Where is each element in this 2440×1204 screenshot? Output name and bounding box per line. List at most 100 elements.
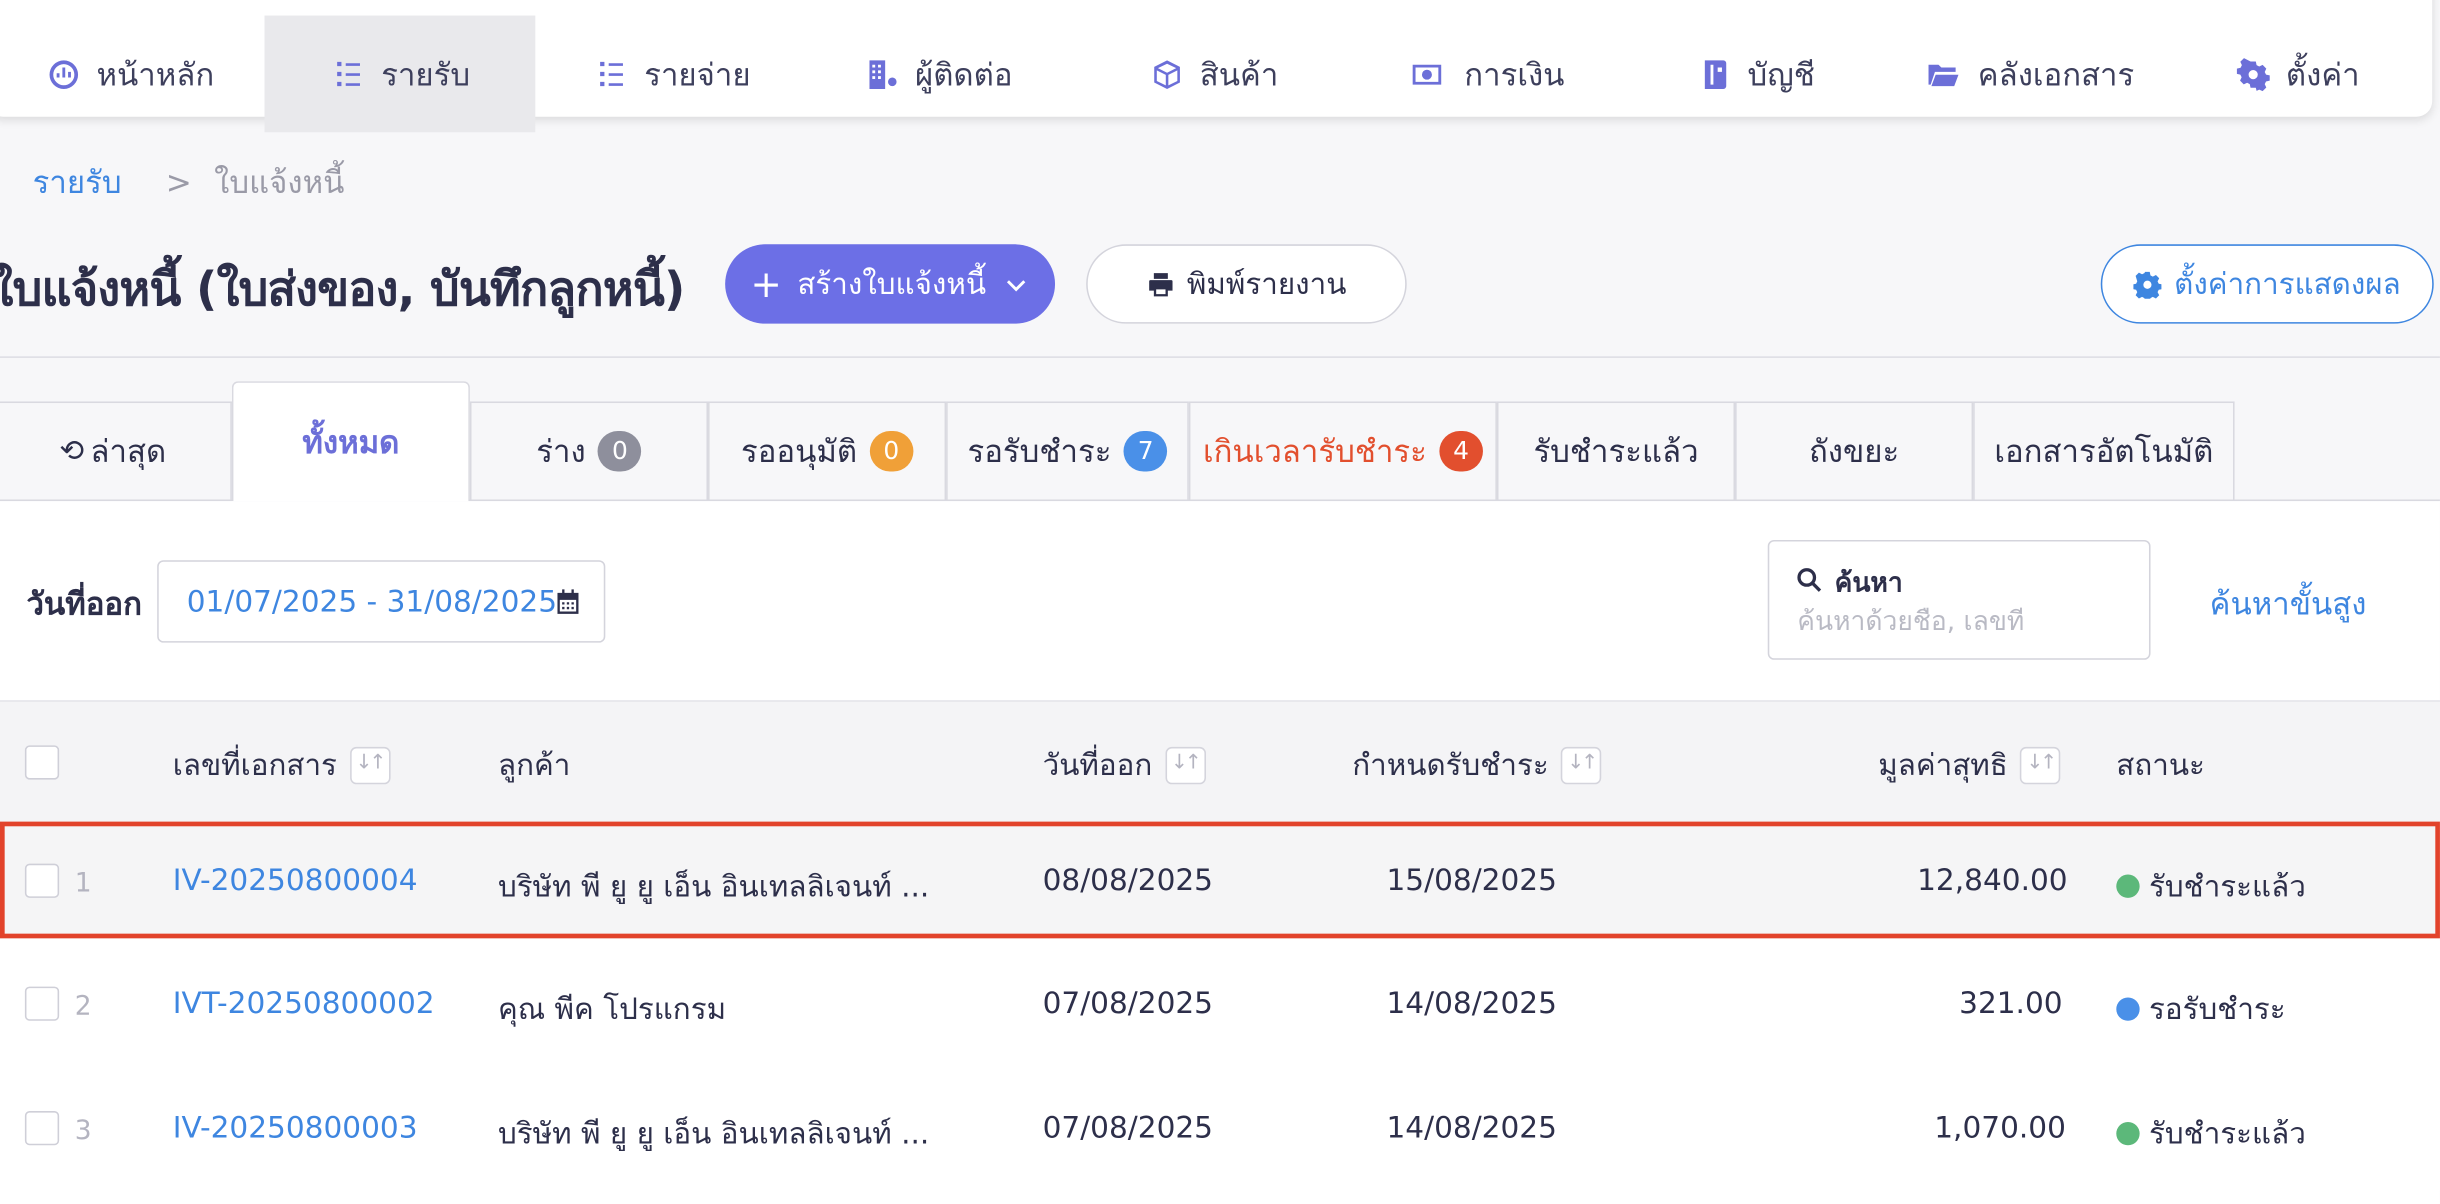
gear-icon xyxy=(2133,271,2162,298)
tab-all[interactable]: ทั้งหมด xyxy=(231,381,470,502)
contacts-building-icon xyxy=(869,59,897,89)
breadcrumb-current: ใบแจ้งหนี้ xyxy=(214,163,345,201)
column-header-label: มูลค่าสุทธิ xyxy=(1878,748,2008,783)
tab-label: ล่าสุด xyxy=(90,432,167,470)
tab-draft[interactable]: ร่าง 0 xyxy=(469,401,709,500)
net-amount: 1,070.00 xyxy=(1934,1111,2066,1146)
create-invoice-label: สร้างใบแจ้งหนี้ xyxy=(797,266,987,302)
sort-icon[interactable] xyxy=(349,746,390,785)
income-list-icon xyxy=(337,61,360,86)
expense-list-icon xyxy=(600,61,623,86)
row-index: 1 xyxy=(74,868,92,900)
tab-label: เกินเวลารับชำระ xyxy=(1202,432,1427,470)
tab-recurring-documents[interactable]: เอกสารอัตโนมัติ xyxy=(1973,401,2235,500)
nav-label: คลังเอกสาร xyxy=(1977,55,2135,93)
net-amount: 321.00 xyxy=(1959,986,2063,1021)
due-date: 14/08/2025 xyxy=(1386,1111,1557,1146)
dashboard-icon xyxy=(49,59,79,89)
printer-icon xyxy=(1148,272,1173,296)
column-header-label: กำหนดรับชำระ xyxy=(1352,748,1549,783)
column-header-customer: ลูกค้า xyxy=(498,742,570,789)
search-box[interactable]: ค้นหา xyxy=(1767,539,2151,660)
doc-number-link[interactable]: IV-20250800004 xyxy=(173,864,418,898)
tab-label: รับชำระแล้ว xyxy=(1533,432,1699,470)
tab-label: รอรับชำระ xyxy=(967,432,1112,470)
tab-trash[interactable]: ถังขยะ xyxy=(1735,401,1974,500)
status-label: รับชำระแล้ว xyxy=(2148,1117,2306,1152)
status-label: รับชำระแล้ว xyxy=(2148,869,2306,905)
column-header-label: สถานะ xyxy=(2116,748,2205,783)
nav-item-home[interactable]: หน้าหลัก xyxy=(47,16,257,133)
search-title: ค้นหา xyxy=(1834,567,1903,600)
column-header-due-date[interactable]: กำหนดรับชำระ xyxy=(1352,742,1602,789)
tab-label: รออนุมัติ xyxy=(740,432,858,470)
create-invoice-button[interactable]: + สร้างใบแจ้งหนี้ xyxy=(725,244,1056,324)
due-date: 14/08/2025 xyxy=(1386,986,1557,1021)
nav-item-finance[interactable]: การเงิน xyxy=(1405,16,1592,133)
money-icon xyxy=(1412,63,1442,84)
breadcrumb-separator: > xyxy=(165,163,192,201)
app-root: หน้าหลัก รายรับ รายจ่าย ผู้ติดต่อ สินค้า… xyxy=(0,0,2440,1204)
status-dot xyxy=(2116,1121,2140,1146)
tab-label: ร่าง xyxy=(536,432,586,470)
customer-name: คุณ พีค โปรแกรม xyxy=(497,992,727,1028)
nav-item-income[interactable]: รายรับ xyxy=(264,15,536,133)
count-badge: 0 xyxy=(869,431,914,472)
row-checkbox[interactable] xyxy=(24,986,60,1021)
nav-label: การเงิน xyxy=(1464,55,1565,93)
column-header-label: เลขที่เอกสาร xyxy=(172,748,337,783)
tab-pending-approval[interactable]: รออนุมัติ 0 xyxy=(708,401,947,500)
issue-date: 07/08/2025 xyxy=(1042,986,1214,1021)
nav-item-expense[interactable]: รายจ่าย xyxy=(594,16,796,133)
column-header-label: วันที่ออก xyxy=(1042,748,1153,783)
nav-label: ผู้ติดต่อ xyxy=(914,55,1013,93)
tab-latest[interactable]: ⟲ ล่าสุด xyxy=(0,401,232,500)
status-badge: รับชำระแล้ว xyxy=(2116,1111,2306,1158)
breadcrumb-parent-link[interactable]: รายรับ xyxy=(33,163,122,200)
print-report-button[interactable]: พิมพ์รายงาน xyxy=(1086,244,1407,324)
plus-icon: + xyxy=(750,262,782,306)
nav-item-settings[interactable]: ตั้งค่า xyxy=(2236,16,2392,133)
status-label: รอรับชำระ xyxy=(2148,992,2286,1028)
issue-date: 07/08/2025 xyxy=(1042,1111,1214,1146)
date-range-value: 01/07/2025 - 31/08/2025 xyxy=(186,584,558,619)
column-header-net-amount[interactable]: มูลค่าสุทธิ xyxy=(1878,742,2061,789)
search-input[interactable] xyxy=(1797,606,2140,639)
display-settings-button[interactable]: ตั้งค่าการแสดงผล xyxy=(2100,244,2434,324)
sort-icon[interactable] xyxy=(1164,746,1206,785)
chevron-down-icon xyxy=(1006,279,1025,291)
nav-item-contacts[interactable]: ผู้ติดต่อ xyxy=(865,16,1067,133)
net-amount: 12,840.00 xyxy=(1917,863,2068,898)
due-date: 15/08/2025 xyxy=(1386,863,1557,898)
column-header-issue-date[interactable]: วันที่ออก xyxy=(1043,742,1206,789)
nav-item-documents[interactable]: คลังเอกสาร xyxy=(1923,16,2156,133)
date-range-picker[interactable]: 01/07/2025 - 31/08/2025 xyxy=(157,560,606,643)
select-all-checkbox[interactable] xyxy=(24,745,60,780)
count-badge: 4 xyxy=(1439,431,1483,472)
column-header-doc-no[interactable]: เลขที่เอกสาร xyxy=(173,742,390,789)
nav-item-products[interactable]: สินค้า xyxy=(1150,16,1321,133)
ledger-book-icon xyxy=(1704,59,1727,89)
row-checkbox[interactable] xyxy=(24,863,60,898)
nav-label: หน้าหลัก xyxy=(96,55,215,93)
row-index: 3 xyxy=(74,1115,92,1147)
doc-number-link[interactable]: IV-20250800003 xyxy=(173,1111,418,1145)
sort-icon[interactable] xyxy=(2020,746,2061,785)
calendar-icon xyxy=(557,589,579,614)
sort-icon[interactable] xyxy=(1561,746,1602,785)
column-header-status: สถานะ xyxy=(2116,742,2205,789)
row-checkbox[interactable] xyxy=(24,1111,60,1146)
doc-number-link[interactable]: IVT-20250800002 xyxy=(173,987,435,1021)
tab-paid[interactable]: รับชำระแล้ว xyxy=(1496,401,1736,500)
folder-icon xyxy=(1928,63,1959,86)
count-badge: 7 xyxy=(1123,431,1168,472)
tab-overdue[interactable]: เกินเวลารับชำระ 4 xyxy=(1188,401,1497,500)
breadcrumb: รายรับ > ใบแจ้งหนี้ xyxy=(33,157,345,207)
tab-label: ทั้งหมด xyxy=(302,423,400,461)
nav-label: รายรับ xyxy=(381,55,471,93)
issue-date-filter-label: วันที่ออก xyxy=(26,585,142,623)
advanced-search-link[interactable]: ค้นหาขั้นสูง xyxy=(2210,579,2367,629)
gear-icon xyxy=(2236,57,2270,91)
tab-awaiting-payment[interactable]: รอรับชำระ 7 xyxy=(946,401,1189,500)
nav-item-accounting[interactable]: บัญชี xyxy=(1698,16,1854,133)
